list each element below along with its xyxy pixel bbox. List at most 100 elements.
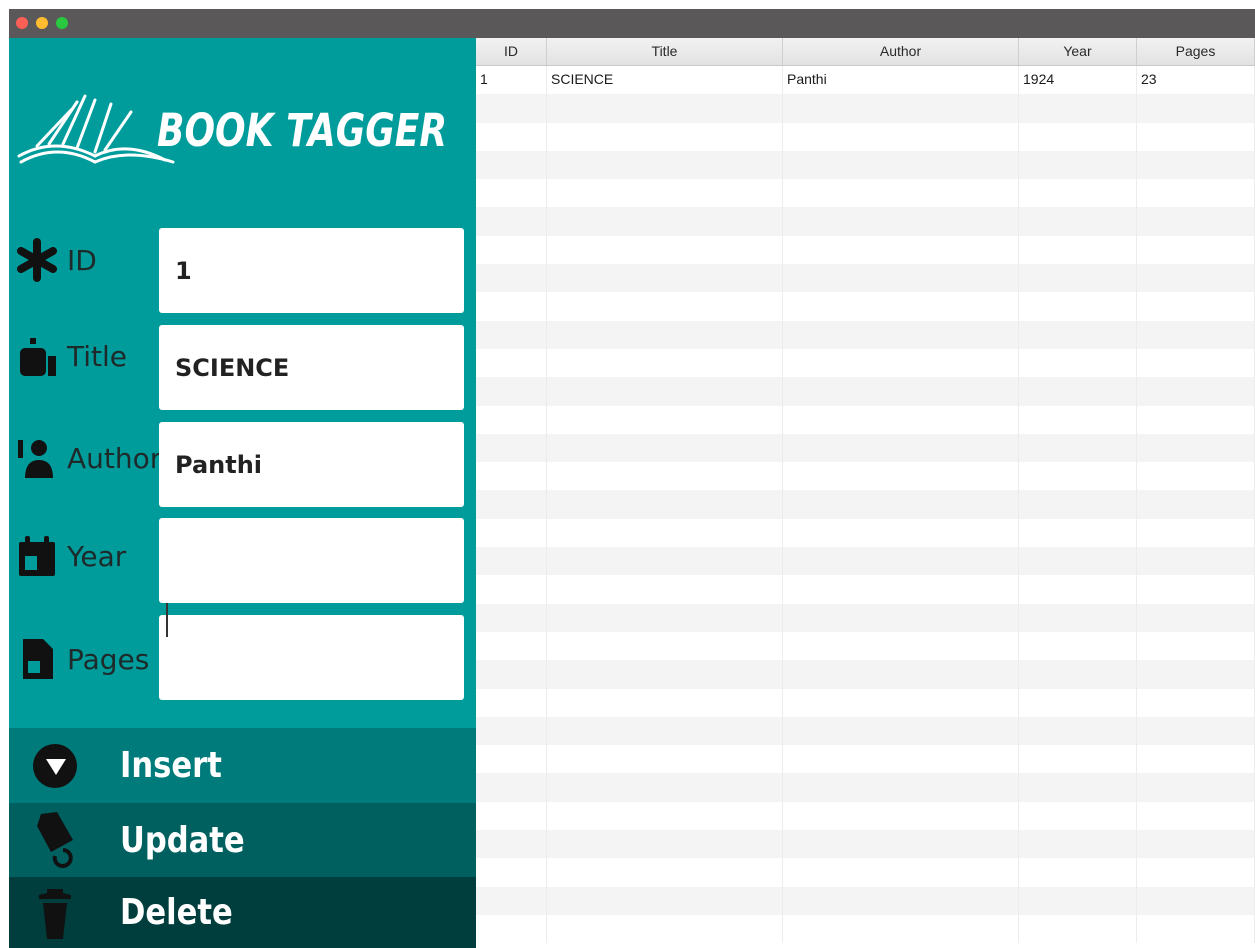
table-cell — [1019, 490, 1137, 519]
title-label: Title — [15, 326, 127, 386]
column-header-id[interactable]: ID — [476, 38, 547, 65]
column-header-pages[interactable]: Pages — [1137, 38, 1255, 65]
table-row[interactable] — [476, 150, 1255, 180]
table-row[interactable] — [476, 801, 1255, 831]
table-cell — [547, 631, 783, 661]
table-cell — [1019, 348, 1137, 378]
table-cell — [547, 320, 783, 349]
table-cell — [1137, 122, 1255, 151]
table-cell — [783, 773, 1019, 802]
table-cell — [1019, 547, 1137, 576]
table-cell — [783, 122, 1019, 151]
table-cell — [783, 150, 1019, 180]
table-cell — [547, 603, 783, 632]
table-cell — [547, 179, 783, 208]
table-row[interactable] — [476, 94, 1255, 123]
table-cell — [1019, 377, 1137, 406]
table-row[interactable] — [476, 886, 1255, 915]
table-cell — [1137, 603, 1255, 632]
id-input[interactable] — [159, 228, 464, 313]
table-cell — [476, 235, 547, 265]
table-row[interactable] — [476, 716, 1255, 746]
update-button[interactable]: Update — [9, 803, 476, 877]
table-cell — [1137, 575, 1255, 604]
table-cell — [1019, 433, 1137, 463]
window-titlebar — [9, 9, 1255, 38]
table-row[interactable] — [476, 830, 1255, 859]
table-cell — [476, 575, 547, 604]
table-cell — [476, 773, 547, 802]
table-row[interactable] — [476, 518, 1255, 548]
table-row[interactable] — [476, 235, 1255, 265]
minimize-window-button[interactable] — [36, 17, 48, 29]
table-cell — [476, 745, 547, 774]
text-caret — [166, 603, 168, 637]
table-row[interactable] — [476, 575, 1255, 604]
column-header-author[interactable]: Author — [783, 38, 1019, 65]
table-row[interactable] — [476, 348, 1255, 378]
table-row[interactable] — [476, 207, 1255, 236]
table-cell — [783, 858, 1019, 887]
table-cell — [783, 688, 1019, 717]
table-cell — [1137, 886, 1255, 915]
table-row[interactable] — [476, 433, 1255, 463]
author-icon — [15, 436, 59, 480]
table-cell — [476, 716, 547, 746]
table-row[interactable] — [476, 914, 1255, 944]
author-input[interactable] — [159, 422, 464, 507]
table-cell — [783, 292, 1019, 321]
table-row[interactable] — [476, 264, 1255, 293]
open-book-icon — [17, 94, 175, 164]
year-input[interactable] — [159, 518, 464, 603]
table-cell — [547, 858, 783, 887]
app-title: BOOK TAGGER — [157, 104, 448, 157]
table-cell — [1137, 801, 1255, 831]
table-row[interactable] — [476, 320, 1255, 349]
pages-input[interactable] — [159, 615, 464, 700]
table-cell — [476, 122, 547, 151]
table-cell: 23 — [1137, 66, 1255, 95]
title-input[interactable] — [159, 325, 464, 410]
table-cell — [1137, 660, 1255, 689]
table-cell — [1019, 688, 1137, 717]
table-cell — [783, 462, 1019, 491]
table-cell — [1019, 179, 1137, 208]
table-row[interactable] — [476, 405, 1255, 434]
table-row[interactable]: 1 SCIENCE Panthi 1924 23 — [476, 66, 1255, 95]
table-row[interactable] — [476, 179, 1255, 208]
table-cell — [783, 660, 1019, 689]
id-label: ID — [15, 230, 97, 290]
column-header-year[interactable]: Year — [1019, 38, 1137, 65]
table-row[interactable] — [476, 490, 1255, 519]
table-row[interactable] — [476, 773, 1255, 802]
table-row[interactable] — [476, 377, 1255, 406]
delete-button[interactable]: Delete — [9, 877, 476, 948]
close-window-button[interactable] — [16, 17, 28, 29]
table-row[interactable] — [476, 858, 1255, 887]
table-cell — [476, 886, 547, 915]
table-cell — [547, 207, 783, 236]
maximize-window-button[interactable] — [56, 17, 68, 29]
table-cell — [1019, 660, 1137, 689]
table-cell — [783, 886, 1019, 915]
books-table[interactable]: ID Title Author Year Pages 1 SCIENCE Panth… — [476, 38, 1255, 948]
table-row[interactable] — [476, 603, 1255, 632]
table-row[interactable] — [476, 462, 1255, 491]
table-row[interactable] — [476, 660, 1255, 689]
table-cell — [547, 94, 783, 123]
insert-button[interactable]: Insert — [9, 728, 476, 803]
table-cell — [1019, 320, 1137, 349]
table-row[interactable] — [476, 547, 1255, 576]
column-header-title[interactable]: Title — [547, 38, 783, 65]
table-row[interactable] — [476, 631, 1255, 661]
table-row[interactable] — [476, 688, 1255, 717]
table-row[interactable] — [476, 122, 1255, 151]
table-cell — [783, 518, 1019, 548]
table-row[interactable] — [476, 292, 1255, 321]
table-row[interactable] — [476, 745, 1255, 774]
table-cell — [783, 575, 1019, 604]
table-cell — [476, 348, 547, 378]
table-cell — [783, 433, 1019, 463]
table-cell — [476, 377, 547, 406]
table-cell — [783, 745, 1019, 774]
